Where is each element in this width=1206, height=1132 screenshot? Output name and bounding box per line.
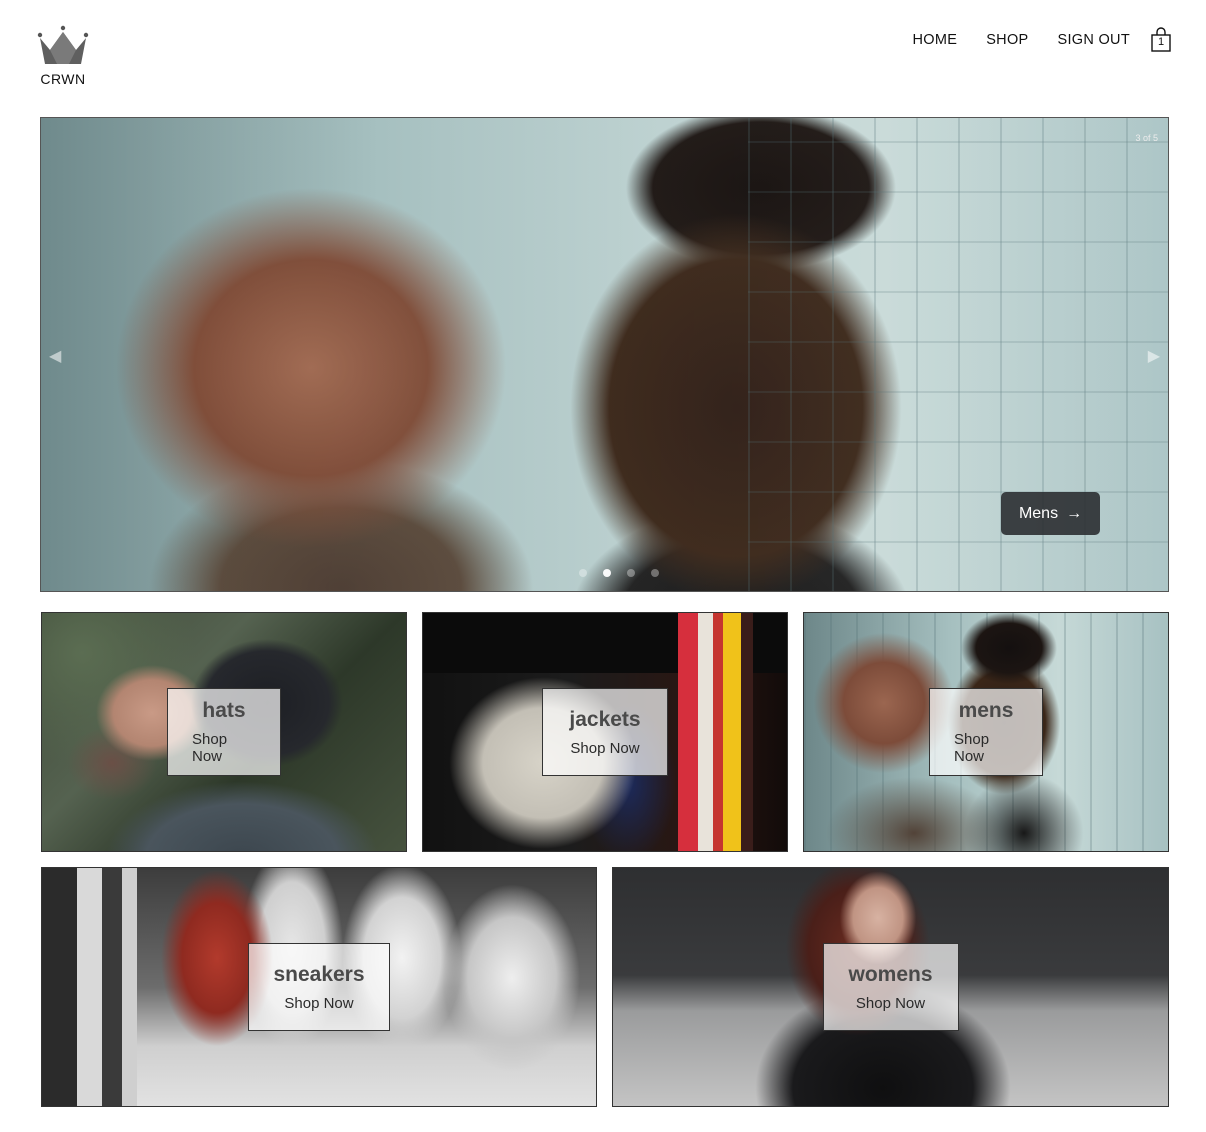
category-tile-jackets[interactable]: jackets Shop Now	[422, 612, 788, 852]
category-label[interactable]: sneakers Shop Now	[248, 943, 390, 1031]
shop-now-link[interactable]: Shop Now	[192, 731, 256, 765]
nav-sign-out[interactable]: SIGN OUT	[1058, 32, 1131, 48]
shop-now-link[interactable]: Shop Now	[284, 995, 353, 1012]
carousel-dot[interactable]	[579, 569, 587, 577]
carousel-dot-active[interactable]	[603, 569, 611, 577]
crown-icon	[37, 25, 89, 64]
nav-shop[interactable]: SHOP	[986, 32, 1028, 48]
category-label[interactable]: mens Shop Now	[929, 688, 1043, 776]
carousel-dot[interactable]	[627, 569, 635, 577]
arrow-right-icon: →	[1066, 504, 1083, 522]
chevron-left-icon[interactable]: ◀	[49, 346, 61, 366]
category-title: sneakers	[273, 962, 365, 986]
chevron-right-icon[interactable]: ▶	[1148, 346, 1160, 366]
category-title: womens	[848, 962, 933, 986]
category-title: hats	[202, 699, 246, 722]
shop-now-link[interactable]: Shop Now	[954, 731, 1018, 765]
cart-button[interactable]: 1	[1150, 27, 1172, 53]
category-label[interactable]: womens Shop Now	[822, 943, 959, 1031]
cart-count: 1	[1157, 36, 1165, 48]
category-title: jackets	[569, 707, 641, 731]
main-nav: HOME SHOP SIGN OUT 1	[884, 27, 1173, 53]
mens-cta-button[interactable]: Mens →	[1001, 492, 1100, 535]
hero-carousel[interactable]: 3 of 5 ◀ ▶ Mens →	[40, 117, 1169, 592]
category-tile-sneakers[interactable]: sneakers Shop Now	[41, 867, 597, 1107]
category-tile-mens[interactable]: mens Shop Now	[803, 612, 1169, 852]
shop-now-link[interactable]: Shop Now	[856, 995, 925, 1012]
nav-home[interactable]: HOME	[913, 32, 958, 48]
category-title: mens	[958, 699, 1014, 722]
logo-text: CRWN	[40, 71, 86, 87]
carousel-dots	[571, 569, 667, 577]
category-label[interactable]: hats Shop Now	[167, 688, 281, 776]
category-tile-hats[interactable]: hats Shop Now	[41, 612, 407, 852]
logo-link[interactable]: CRWN	[36, 24, 90, 90]
category-tile-womens[interactable]: womens Shop Now	[612, 867, 1169, 1107]
carousel-dot[interactable]	[651, 569, 659, 577]
shop-now-link[interactable]: Shop Now	[570, 740, 639, 757]
cta-label: Mens	[1018, 504, 1059, 522]
category-label[interactable]: jackets Shop Now	[542, 688, 668, 776]
slide-counter: 3 of 5	[1135, 133, 1158, 143]
